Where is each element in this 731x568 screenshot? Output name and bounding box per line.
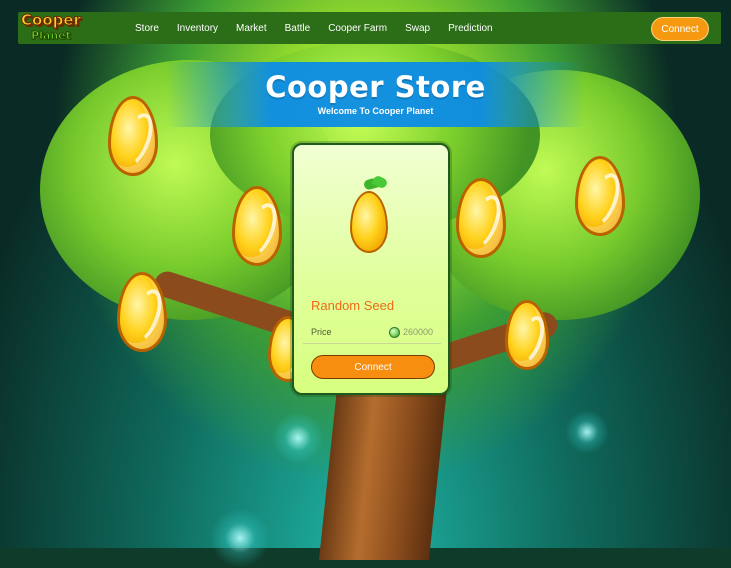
nav-item-inventory[interactable]: Inventory — [177, 23, 218, 34]
top-navbar: Cooper Planet Store Inventory Market Bat… — [18, 12, 721, 44]
nav-item-prediction[interactable]: Prediction — [448, 23, 492, 34]
cooper-planet-logo[interactable]: Cooper Planet — [12, 6, 90, 48]
price-label: Price — [311, 327, 332, 337]
price-value: 260000 — [402, 327, 433, 337]
item-name: Random Seed — [311, 298, 395, 313]
divider — [303, 343, 441, 344]
price-row: Price 260000 — [311, 325, 433, 339]
nav-menu: Store Inventory Market Battle Cooper Far… — [135, 12, 493, 44]
store-item-card: Random Seed Price 260000 Connect — [292, 143, 450, 395]
glow-orb — [210, 508, 270, 568]
logo-text-top: Cooper — [21, 11, 82, 29]
price-value-wrap: 260000 — [388, 326, 433, 338]
glow-orb — [272, 412, 324, 464]
random-seed-image — [346, 174, 394, 253]
glow-orb — [565, 410, 609, 454]
item-connect-button[interactable]: Connect — [311, 355, 435, 379]
page-title: Cooper Store — [265, 70, 486, 104]
nav-item-swap[interactable]: Swap — [405, 23, 430, 34]
connect-wallet-button[interactable]: Connect — [651, 17, 709, 41]
nav-item-market[interactable]: Market — [236, 23, 267, 34]
store-banner: Cooper Store Welcome To Cooper Planet — [166, 62, 585, 127]
coin-icon — [388, 326, 400, 338]
nav-item-cooper-farm[interactable]: Cooper Farm — [328, 23, 387, 34]
seed-icon — [350, 191, 388, 253]
nav-item-battle[interactable]: Battle — [285, 23, 311, 34]
nav-item-store[interactable]: Store — [135, 23, 159, 34]
logo-text-bottom: Planet — [31, 29, 72, 42]
page-subtitle: Welcome To Cooper Planet — [317, 106, 434, 116]
